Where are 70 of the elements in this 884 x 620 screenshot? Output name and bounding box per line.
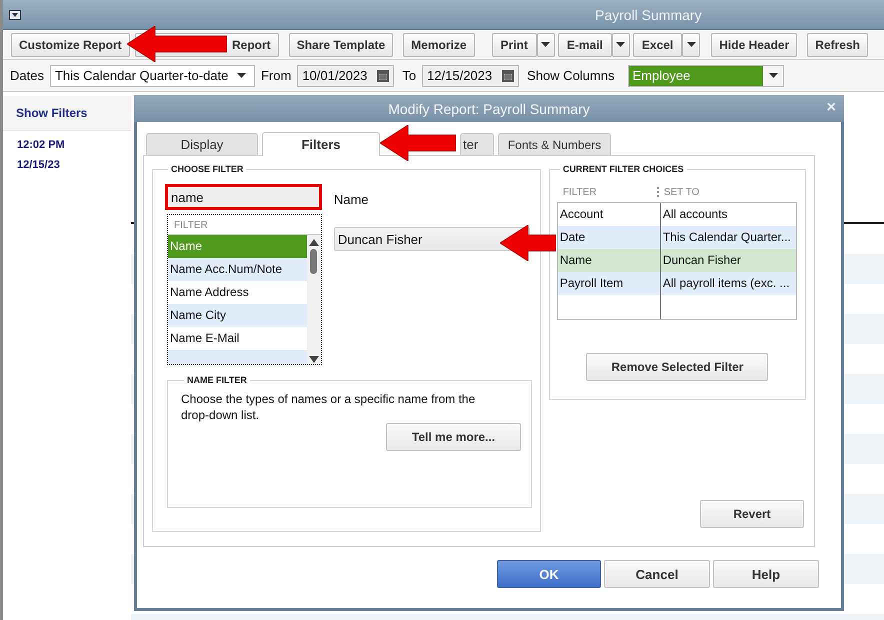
window-title: Payroll Summary: [595, 6, 702, 22]
date-field[interactable]: 10/01/2023: [297, 64, 394, 86]
toolbar-button[interactable]: Hide Header: [711, 32, 798, 56]
toolbar-button[interactable]: E-mail: [558, 32, 612, 56]
dropdown-button[interactable]: [536, 32, 555, 56]
search-field[interactable]: name: [165, 184, 322, 210]
table-cell-text: Duncan Fisher: [662, 252, 742, 269]
caret-icon: [768, 73, 778, 78]
dropdown-button[interactable]: [612, 32, 630, 56]
field-label: Name: [334, 192, 370, 207]
report-time: 12:02 PM: [16, 139, 66, 151]
calendar-icon: [377, 70, 390, 82]
toolbar-button[interactable]: Memorize: [403, 32, 475, 56]
table-cell: Payroll Item: [558, 272, 661, 295]
remove-filter-button[interactable]: Remove Selected Filter: [586, 353, 768, 381]
list-item[interactable]: Name City: [168, 304, 307, 327]
dialog-button[interactable]: Cancel: [604, 560, 710, 588]
toolbar-button[interactable]: Print: [492, 32, 537, 56]
column-header: SET TO: [664, 186, 700, 198]
tab[interactable]: ter: [460, 133, 494, 155]
tell-me-more-button[interactable]: Tell me more...: [386, 423, 521, 451]
caret-icon: [616, 42, 626, 47]
up-arrow-icon: [308, 238, 320, 247]
toolbar-button[interactable]: Share Template: [288, 32, 394, 56]
field-label: Dates: [10, 68, 44, 83]
dialog-button[interactable]: Help: [713, 560, 819, 588]
field-label: Show Columns: [527, 68, 614, 83]
field-label: From: [260, 68, 292, 83]
table-cell-text: All accounts: [662, 206, 729, 223]
group-heading: CURRENT FILTER CHOICES: [562, 164, 685, 174]
caret-icon: [686, 42, 696, 47]
group-heading: CHOOSE FILTER: [170, 164, 244, 174]
dialog-button[interactable]: OK: [497, 560, 601, 588]
show-filters-link[interactable]: Show Filters: [3, 96, 131, 131]
field-label: To: [402, 68, 416, 83]
dropdown-button[interactable]: [682, 32, 700, 56]
revert-button[interactable]: Revert: [700, 500, 804, 528]
toolbar-button[interactable]: Excel: [632, 32, 682, 56]
tab[interactable]: Filters: [262, 132, 380, 156]
calendar-icon: [502, 70, 514, 82]
caret-icon: [236, 73, 246, 78]
date-field[interactable]: 12/15/2023: [422, 64, 520, 86]
column-header: FILTER: [562, 186, 598, 198]
column-grip-icon: [656, 187, 659, 197]
help-text: Choose the types of names or a specific name from the drop-down list.: [181, 391, 476, 423]
table-row[interactable]: Name Duncan Fisher: [558, 249, 796, 272]
table-row[interactable]: Date This Calendar Quarter...: [558, 226, 796, 249]
toolbar-button[interactable]: Refresh: [807, 32, 868, 56]
list-item[interactable]: Name Address: [168, 281, 307, 304]
toolbar-button[interactable]: Customize Report: [11, 32, 130, 56]
down-arrow-icon: [308, 355, 320, 364]
table-cell-text: This Calendar Quarter...: [662, 229, 792, 246]
report-date: 12/15/23: [16, 159, 61, 171]
tab[interactable]: Fonts & Numbers: [498, 133, 611, 155]
annotation-arrow: [500, 225, 556, 261]
tab[interactable]: Display: [146, 133, 258, 155]
list-item[interactable]: Name Acc.Num/Note: [168, 258, 307, 281]
table-cell-text: All payroll items (exc. ...: [662, 275, 791, 292]
table-row[interactable]: Payroll Item All payroll items (exc. ...: [558, 272, 796, 295]
list-item[interactable]: Name: [168, 235, 307, 258]
group-heading: NAME FILTER: [186, 375, 248, 385]
name-dropdown[interactable]: Duncan Fisher: [334, 227, 530, 251]
caret-icon: [541, 42, 550, 47]
dialog-title: Modify Report: Payroll Summary: [388, 100, 590, 116]
list-item[interactable]: Name E-Mail: [168, 327, 307, 350]
columns-dropdown[interactable]: Employee: [628, 64, 784, 86]
window-menu-icon: [9, 10, 21, 20]
scrollbar[interactable]: [306, 235, 321, 364]
scroll-thumb[interactable]: [310, 249, 318, 274]
dates-dropdown[interactable]: This Calendar Quarter-to-date: [50, 64, 255, 86]
